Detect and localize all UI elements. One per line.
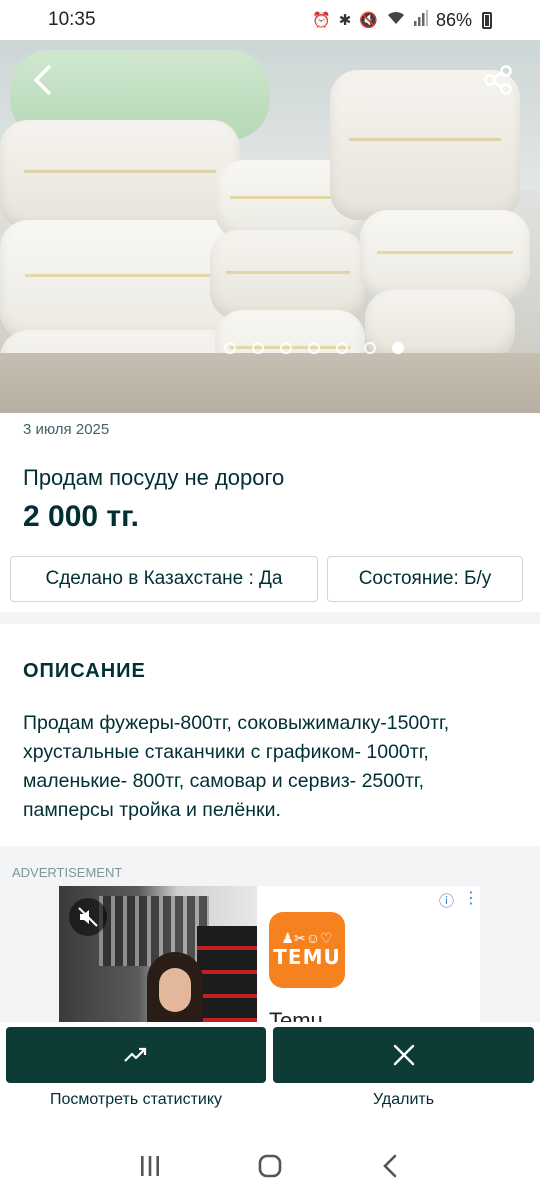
statistics-button-label[interactable]: Посмотреть статистику bbox=[6, 1091, 266, 1109]
signal-icon bbox=[413, 10, 428, 30]
param-tag-condition: Состояние: Б/у bbox=[327, 556, 523, 602]
ad-banner[interactable]: ♟✂☺♡ TEMU Temu ⓘ ⋮ bbox=[59, 886, 480, 1026]
photo-pack bbox=[210, 230, 365, 320]
section-divider bbox=[0, 612, 540, 624]
ad-video-shelf bbox=[197, 926, 257, 1026]
gallery-dot[interactable] bbox=[364, 342, 376, 354]
photo-pack bbox=[0, 120, 240, 230]
home-icon bbox=[258, 1154, 282, 1178]
status-time: 10:35 bbox=[48, 9, 96, 30]
photo-pack bbox=[360, 210, 530, 300]
ad-video-tools bbox=[99, 896, 209, 966]
ad-label: ADVERTISEMENT bbox=[12, 865, 123, 880]
back-button[interactable] bbox=[22, 60, 62, 100]
recent-apps-icon bbox=[141, 1156, 159, 1176]
listing-price: 2 000 тг. bbox=[23, 500, 139, 533]
description-heading: ОПИСАНИЕ bbox=[23, 660, 146, 682]
gallery-pagination bbox=[0, 342, 540, 354]
recent-apps-button[interactable] bbox=[128, 1144, 172, 1188]
listing-title: Продам посуду не дорого bbox=[23, 465, 285, 490]
trending-up-icon bbox=[124, 1047, 147, 1062]
param-tag-label: Сделано в Казахстане : Да bbox=[45, 568, 283, 589]
temu-logo[interactable]: ♟✂☺♡ TEMU bbox=[269, 912, 345, 988]
gallery-dot[interactable] bbox=[280, 342, 292, 354]
gallery-dot[interactable] bbox=[224, 342, 236, 354]
description-text: Продам фужеры-800тг, соковыжималку-1500т… bbox=[23, 712, 450, 821]
gallery-dot[interactable] bbox=[252, 342, 264, 354]
bluetooth-icon: ✱ bbox=[338, 12, 352, 29]
gallery-dot-active[interactable] bbox=[392, 342, 404, 354]
chevron-left-icon bbox=[34, 65, 51, 95]
wifi-icon bbox=[386, 10, 406, 30]
delete-button-label[interactable]: Удалить bbox=[273, 1091, 534, 1109]
statistics-button[interactable] bbox=[6, 1027, 266, 1083]
home-button[interactable] bbox=[248, 1144, 292, 1188]
gallery-dot[interactable] bbox=[336, 342, 348, 354]
param-tag-made-in: Сделано в Казахстане : Да bbox=[10, 556, 318, 602]
temu-logo-text: TEMU bbox=[273, 945, 341, 969]
battery-icon bbox=[482, 11, 492, 29]
param-tag-label: Состояние: Б/у bbox=[358, 568, 492, 589]
share-button[interactable] bbox=[478, 60, 518, 100]
close-icon bbox=[393, 1044, 414, 1066]
muted-speaker-icon bbox=[78, 907, 98, 927]
temu-logo-glyphs: ♟✂☺♡ bbox=[281, 930, 333, 946]
status-icons: ⏰ ✱ 🔇 86% bbox=[312, 10, 492, 31]
system-nav-bar bbox=[0, 1132, 540, 1200]
ad-video-person bbox=[147, 952, 203, 1026]
battery-percent: 86% bbox=[435, 9, 472, 30]
ad-info-icon[interactable]: ⓘ bbox=[439, 890, 454, 911]
listing-date: 3 июля 2025 bbox=[23, 421, 110, 438]
status-bar: 10:35 ⏰ ✱ 🔇 86% bbox=[0, 0, 540, 40]
photo-floor bbox=[0, 353, 540, 413]
gallery-dot[interactable] bbox=[308, 342, 320, 354]
mute-icon: 🔇 bbox=[359, 12, 378, 29]
ad-video[interactable] bbox=[59, 886, 257, 1026]
chevron-left-icon bbox=[383, 1154, 397, 1178]
photo-gallery[interactable] bbox=[0, 40, 540, 413]
system-back-button[interactable] bbox=[368, 1144, 412, 1188]
share-icon bbox=[484, 65, 512, 95]
alarm-icon: ⏰ bbox=[312, 12, 331, 29]
delete-button[interactable] bbox=[273, 1027, 534, 1083]
ad-menu-icon[interactable]: ⋮ bbox=[463, 888, 479, 908]
mute-button[interactable] bbox=[69, 898, 107, 936]
